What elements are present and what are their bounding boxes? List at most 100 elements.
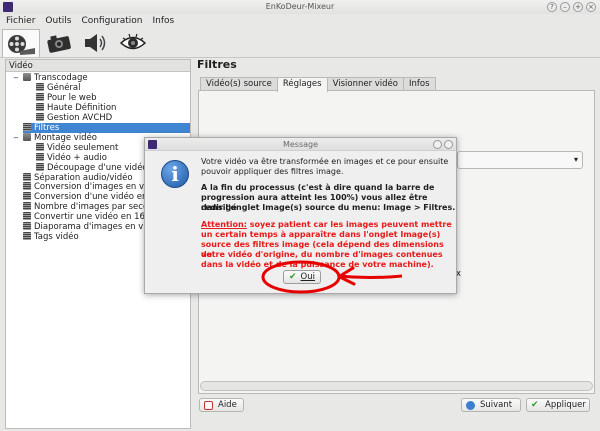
minimize-window-button[interactable]: – xyxy=(560,2,570,12)
window-titlebar: EnKoDeur-Mixeur ? – + × xyxy=(0,0,600,14)
info-icon: i xyxy=(161,160,189,188)
help-button-label: Aide xyxy=(218,400,237,410)
horizontal-scrollbar[interactable] xyxy=(200,381,593,391)
warning-line: dans la vidéo et de la puissance de votr… xyxy=(201,260,434,269)
tree-item[interactable]: Haute Définition xyxy=(36,102,190,113)
dialog-title: Message xyxy=(282,140,319,149)
film-icon xyxy=(23,192,31,201)
next-button-label: Suivant xyxy=(480,400,513,410)
tree-item-label: Filtres xyxy=(34,122,60,133)
message-line: Votre vidéo va être transformée en image… xyxy=(201,157,449,166)
tree-item-label: Montage vidéo xyxy=(34,132,98,143)
next-button[interactable]: Suivant xyxy=(461,398,521,412)
message-dialog: Message i Votre vidéo va être transformé… xyxy=(144,137,457,294)
tree-item-label: Vidéo seulement xyxy=(47,142,119,153)
speaker-icon xyxy=(85,34,106,52)
film-icon xyxy=(23,202,31,211)
eye-icon xyxy=(119,33,147,50)
dialog-app-icon xyxy=(148,140,157,149)
film-icon xyxy=(23,182,31,191)
menu-infos[interactable]: Infos xyxy=(152,14,174,28)
folder-icon xyxy=(23,132,31,141)
close-window-button[interactable]: × xyxy=(586,2,596,12)
window-title: EnKoDeur-Mixeur xyxy=(265,2,335,11)
tree-item-label: Gestion AVCHD xyxy=(47,112,113,123)
chevron-down-icon: ▾ xyxy=(573,155,578,164)
message-bold-line: A la fin du processus (c'est à dire quan… xyxy=(201,183,435,192)
film-icon xyxy=(36,82,44,91)
film-icon xyxy=(36,112,44,121)
menu-fichier[interactable]: Fichier xyxy=(6,14,35,28)
tree-item-label: Diaporama d'images en vidéo xyxy=(34,222,162,233)
film-reel-icon xyxy=(8,34,35,55)
tree-item-label: Transcodage xyxy=(34,73,88,83)
page-title: Filtres xyxy=(197,58,237,71)
film-icon xyxy=(36,92,44,101)
audio-mode-button[interactable] xyxy=(76,29,114,57)
collapse-icon[interactable]: − xyxy=(13,73,20,83)
tree-item-label: Pour le web xyxy=(47,92,97,103)
film-icon xyxy=(36,162,44,171)
tree-item[interactable]: Gestion AVCHD xyxy=(36,112,190,123)
warning-line: Attention: soyez patient car les images … xyxy=(201,220,452,230)
tab-bar: Vidéo(s) source Réglages Visionner vidéo… xyxy=(200,77,436,92)
ok-button[interactable]: ✔ Oui xyxy=(283,270,321,284)
maximize-window-button[interactable]: + xyxy=(573,2,583,12)
film-icon xyxy=(23,222,31,231)
dialog-help-button[interactable] xyxy=(433,140,442,149)
app-icon xyxy=(3,2,13,12)
checkmark-icon: ✔ xyxy=(531,400,539,410)
tree-item-label: Séparation audio/vidéo xyxy=(34,172,133,183)
tab-visionner-video[interactable]: Visionner vidéo xyxy=(326,77,404,91)
apply-button[interactable]: ✔ Appliquer xyxy=(526,398,590,412)
dialog-close-button[interactable] xyxy=(444,140,453,149)
film-icon xyxy=(36,152,44,161)
film-icon xyxy=(23,122,31,131)
ok-button-label: Oui xyxy=(300,272,315,282)
tree-item-label: Conversion d'une vidéo en im xyxy=(34,192,161,203)
tab-video-source[interactable]: Vidéo(s) source xyxy=(200,77,278,91)
help-window-button[interactable]: ? xyxy=(547,2,557,12)
film-icon xyxy=(23,172,31,181)
video-mode-button[interactable] xyxy=(2,29,40,57)
tab-reglages[interactable]: Réglages xyxy=(276,77,328,92)
menu-bar: Fichier Outils Configuration Infos xyxy=(0,14,600,28)
tree-item[interactable]: Filtres xyxy=(23,122,190,133)
tree-header: Vidéo xyxy=(6,60,190,72)
film-icon xyxy=(36,142,44,151)
checkmark-icon: ✔ xyxy=(289,272,297,282)
tree-item-label: Convertir une vidéo en 16/9 c xyxy=(34,212,161,223)
tree-item-label: Conversion d'images en vidé xyxy=(34,182,158,193)
preview-mode-button[interactable] xyxy=(114,29,152,57)
warning-line: votre vidéo d'origine, du nombre d'image… xyxy=(201,250,443,259)
tree-item-label: Tags vidéo xyxy=(34,232,79,243)
tab-infos[interactable]: Infos xyxy=(403,77,436,91)
film-icon xyxy=(36,102,44,111)
lifebuoy-icon xyxy=(204,401,213,410)
menu-configuration[interactable]: Configuration xyxy=(81,14,142,28)
window-controls: ? – + × xyxy=(547,2,596,12)
image-mode-button[interactable] xyxy=(40,29,78,57)
dialog-titlebar: Message xyxy=(145,138,456,151)
help-button[interactable]: Aide xyxy=(199,398,244,412)
message-bold-line: dans l'onglet Image(s) source du menu: I… xyxy=(201,203,456,212)
filter-combobox[interactable]: ▾ xyxy=(457,151,583,169)
apply-button-label: Appliquer xyxy=(545,400,586,410)
tree-item[interactable]: − Transcodage xyxy=(13,73,190,83)
film-icon xyxy=(23,232,31,241)
warning-line: un certain temps à apparaître dans l'ong… xyxy=(201,230,441,239)
warning-prefix: Attention: xyxy=(201,220,247,229)
toolbar xyxy=(0,28,600,58)
warning-text: soyez patient car les images peuvent met… xyxy=(246,220,452,229)
tree-item-label: Vidéo + audio xyxy=(47,152,107,163)
tree-item[interactable]: Pour le web xyxy=(36,92,190,103)
arrow-right-icon xyxy=(466,401,475,410)
tree-item-label: Haute Définition xyxy=(47,102,117,113)
tree-item-label: Nombre d'images par second xyxy=(34,202,159,213)
film-icon xyxy=(23,212,31,221)
tree-item[interactable]: Général xyxy=(36,82,190,93)
message-line: pouvoir appliquer des filtres image. xyxy=(201,167,344,176)
menu-outils[interactable]: Outils xyxy=(45,14,71,28)
collapse-icon[interactable]: − xyxy=(13,133,20,143)
camera-icon xyxy=(47,35,71,53)
